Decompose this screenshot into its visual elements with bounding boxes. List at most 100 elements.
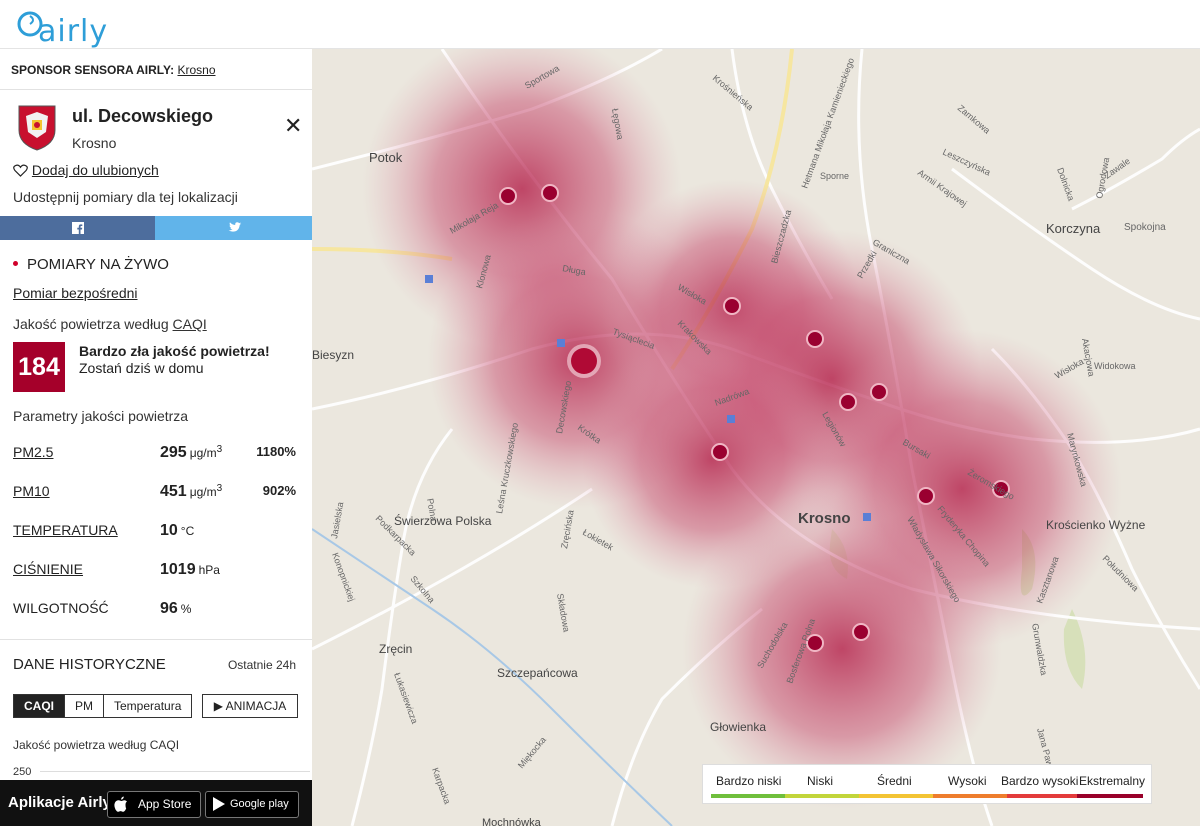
animation-button[interactable]: ▶ ANIMACJA <box>202 694 298 718</box>
tab-caqi[interactable]: CAQI <box>14 695 65 717</box>
map-label: Szczepańcowa <box>497 666 578 680</box>
legend-bar-low <box>785 794 859 798</box>
map-label: Świerzowa Polska <box>394 513 492 528</box>
google-play-button[interactable]: Google play <box>205 791 299 818</box>
map-label: Mochnówka <box>482 817 542 826</box>
chart-gridline <box>40 771 310 772</box>
sponsor-line: SPONSOR SENSORA AIRLY: Krosno <box>11 63 216 77</box>
tab-pm[interactable]: PM <box>65 695 104 717</box>
divider <box>0 639 312 640</box>
aqi-message-bold: Bardzo zła jakość powietrza! <box>79 343 270 359</box>
google-play-label: Google play <box>230 798 289 810</box>
param-name[interactable]: PM10 <box>13 483 50 499</box>
params-title: Parametry jakości powietrza <box>13 408 189 424</box>
param-row-temperature: TEMPERATURA 10 °C <box>0 522 312 546</box>
caqi-prefix: Jakość powietrza według <box>13 316 169 332</box>
selected-sensor-marker <box>571 348 597 374</box>
map-label: Głowienka <box>710 720 766 734</box>
history-range[interactable]: Ostatnie 24h <box>228 658 296 672</box>
param-name[interactable]: CIŚNIENIE <box>13 561 83 577</box>
apple-icon <box>114 796 127 812</box>
facebook-share-button[interactable] <box>0 216 155 240</box>
sponsor-link[interactable]: Krosno <box>177 63 215 77</box>
app-store-button[interactable]: App Store <box>107 791 201 818</box>
bus-stop-icon <box>557 339 565 347</box>
map-label: Krosno <box>798 510 851 527</box>
heart-icon <box>13 164 28 177</box>
chart-label: Jakość powietrza według CAQI <box>13 738 180 752</box>
sponsor-label: SPONSOR SENSORA AIRLY: <box>11 63 175 77</box>
legend-bar-medium <box>859 794 933 798</box>
krosno-crest-icon <box>18 105 56 151</box>
chart-tick-label: 250 <box>13 766 32 778</box>
live-label: POMIARY NA ŻYWO <box>27 256 169 273</box>
pollution-map[interactable]: Potok Korczyna Spokojna Krosno Świerzowa… <box>312 49 1200 826</box>
param-percent: 902% <box>262 483 296 498</box>
map-label: Biesyzn <box>312 348 354 362</box>
sensor-marker <box>917 487 935 505</box>
legend-label-high: Wysoki <box>948 774 987 788</box>
caqi-line: Jakość powietrza według CAQI <box>13 316 207 332</box>
param-name: WILGOTNOŚĆ <box>13 600 109 616</box>
sensor-marker <box>711 443 729 461</box>
param-row-pm10: PM10 451 μg/m3 902% <box>0 483 312 507</box>
favorite-label: Dodaj do ulubionych <box>31 162 159 178</box>
share-label: Udostępnij pomiary dla tej lokalizacji <box>13 189 238 205</box>
legend-bar-extreme <box>1077 794 1143 798</box>
twitter-share-button[interactable] <box>155 216 312 240</box>
param-value: 96% <box>160 600 192 617</box>
param-value: 451 μg/m3 <box>160 483 223 500</box>
bus-stop-icon <box>727 415 735 423</box>
param-name[interactable]: TEMPERATURA <box>13 522 118 538</box>
apps-bar: Aplikacje Airly App Store Google play <box>0 780 312 826</box>
play-store-icon <box>213 797 225 811</box>
favorite-link[interactable]: Dodaj do ulubionych <box>13 162 159 178</box>
live-dot-icon <box>13 260 18 266</box>
param-row-pm25: PM2.5 295 μg/m3 1180% <box>0 444 312 468</box>
sensor-marker <box>870 383 888 401</box>
street-label: Sporne <box>820 171 849 181</box>
map-canvas[interactable]: Potok Korczyna Spokojna Krosno Świerzowa… <box>312 49 1200 826</box>
legend-bar-high <box>933 794 1007 798</box>
sensor-marker <box>839 393 857 411</box>
live-measurements-header: POMIARY NA ŻYWO <box>13 256 169 273</box>
sensor-marker <box>723 297 741 315</box>
map-label: Potok <box>369 150 403 165</box>
map-label: Korczyna <box>1046 221 1101 236</box>
legend-bar-very-low <box>711 794 785 798</box>
sensor-marker <box>541 184 559 202</box>
aqi-legend: Bardzo niski Niski Średni Wysoki Bardzo … <box>702 764 1152 804</box>
sensor-marker <box>499 187 517 205</box>
param-value: 1019 hPa <box>160 561 220 578</box>
sidebar: SPONSOR SENSORA AIRLY: Krosno ul. Decows… <box>0 49 313 826</box>
param-row-pressure: CIŚNIENIE 1019 hPa <box>0 561 312 585</box>
history-tabs: CAQI PM Temperatura <box>13 694 193 718</box>
direct-measurement-link[interactable]: Pomiar bezpośredni <box>13 285 138 301</box>
map-label: Krościenko Wyżne <box>1046 518 1146 532</box>
legend-label-very-high: Bardzo wysoki <box>1001 774 1079 788</box>
legend-label-very-low: Bardzo niski <box>716 774 782 788</box>
param-percent: 1180% <box>256 444 296 459</box>
street-label: Widokowa <box>1094 361 1136 371</box>
bus-stop-icon <box>863 513 871 521</box>
aqi-value-badge: 184 <box>13 342 65 392</box>
legend-label-extreme: Ekstremalny <box>1079 774 1146 788</box>
bus-stop-icon <box>425 275 433 283</box>
tab-temperature[interactable]: Temperatura <box>104 695 191 717</box>
close-icon[interactable]: ✕ <box>284 115 302 137</box>
param-row-humidity: WILGOTNOŚĆ 96% <box>0 600 312 624</box>
airly-logo[interactable]: airly <box>12 8 107 49</box>
app-store-label: App Store <box>138 797 192 811</box>
legend-bar-very-high <box>1007 794 1077 798</box>
aqi-message: Zostań dziś w domu <box>79 360 204 376</box>
facebook-icon <box>71 222 84 234</box>
param-value: 10 °C <box>160 522 195 539</box>
sensor-marker <box>852 623 870 641</box>
param-name[interactable]: PM2.5 <box>13 444 53 460</box>
map-label: Zręcin <box>379 642 412 656</box>
legend-label-low: Niski <box>807 774 833 788</box>
top-bar: airly <box>0 0 1200 49</box>
param-value: 295 μg/m3 <box>160 444 223 461</box>
caqi-link[interactable]: CAQI <box>173 316 207 332</box>
history-title: DANE HISTORYCZNE <box>13 656 166 673</box>
